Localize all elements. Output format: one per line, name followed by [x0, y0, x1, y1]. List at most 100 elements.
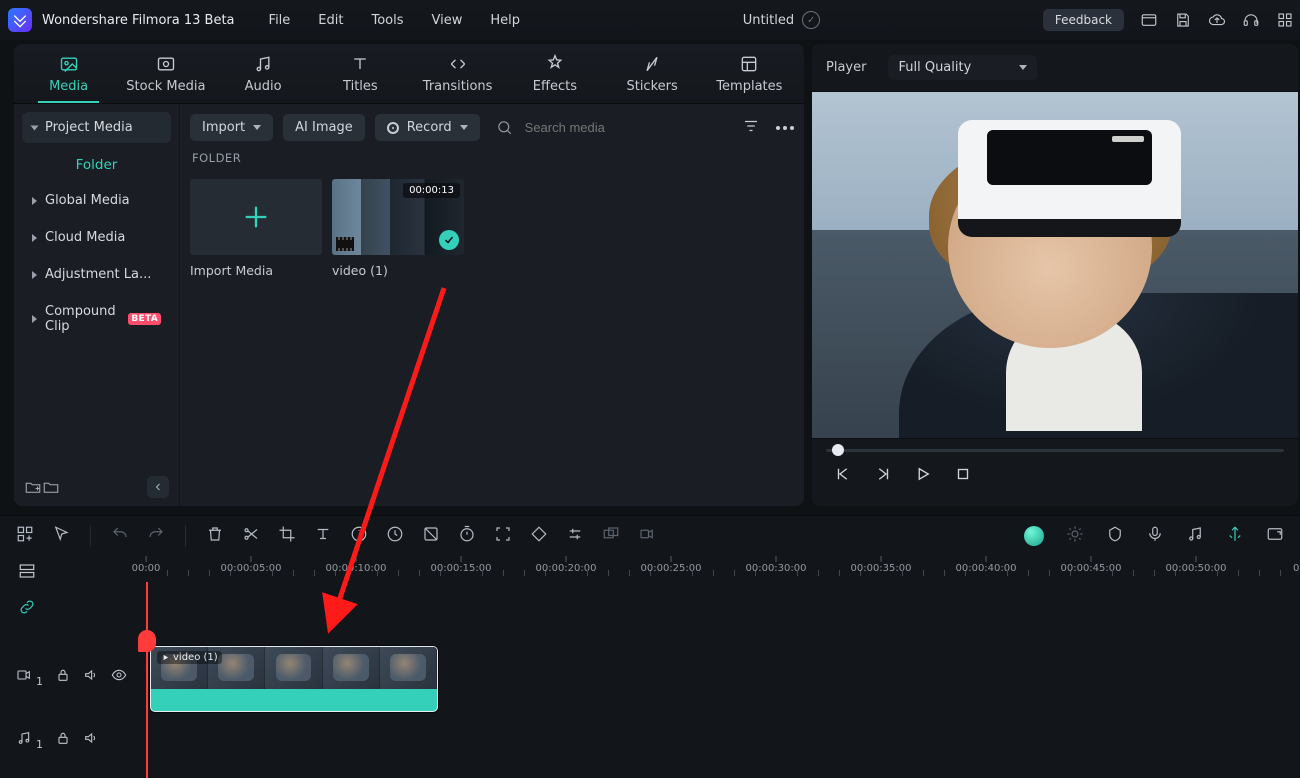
ai-image-button[interactable]: AI Image: [283, 114, 365, 141]
cloud-upload-icon[interactable]: [1208, 11, 1226, 29]
player-label: Player: [826, 60, 866, 75]
ruler-tick: 00:: [1293, 556, 1300, 574]
save-icon[interactable]: [1174, 11, 1192, 29]
render-icon[interactable]: [1226, 525, 1244, 547]
folder-section-label: FOLDER: [180, 151, 804, 171]
add-track-icon[interactable]: [16, 525, 34, 547]
import-media-tile[interactable]: Import Media: [190, 179, 322, 278]
menu-edit[interactable]: Edit: [318, 13, 343, 28]
in-use-check-icon: [439, 230, 459, 250]
filter-icon[interactable]: [742, 117, 760, 139]
reverse-icon[interactable]: [386, 525, 404, 547]
marker-icon[interactable]: [1106, 525, 1124, 547]
voiceover-mic-icon[interactable]: [1146, 525, 1164, 547]
sidebar-item-folder[interactable]: Folder: [22, 149, 171, 179]
ruler-tick: 00:00: [132, 556, 161, 574]
seek-bar[interactable]: [826, 447, 1284, 453]
keyframe-icon[interactable]: [530, 525, 548, 547]
sidebar-item-compound-clip[interactable]: Compound Clip BETA: [22, 296, 171, 342]
transitions-tab-icon: [447, 53, 469, 75]
sidebar-item-adjustment-layer[interactable]: Adjustment La...: [22, 259, 171, 290]
menu-help[interactable]: Help: [490, 13, 520, 28]
import-dropdown[interactable]: Import: [190, 114, 273, 141]
tab-stock-media[interactable]: Stock Media: [117, 43, 214, 103]
crop-icon[interactable]: [278, 525, 296, 547]
chevron-down-icon: [460, 125, 468, 130]
color-icon[interactable]: [422, 525, 440, 547]
playhead-handle[interactable]: [138, 630, 156, 652]
sidebar-item-global-media[interactable]: Global Media: [22, 185, 171, 216]
text-tool-icon[interactable]: [314, 525, 332, 547]
tab-media[interactable]: Media: [20, 43, 117, 103]
lock-track-icon[interactable]: [55, 730, 71, 750]
expand-timeline-icon[interactable]: [1266, 525, 1284, 547]
menu-file[interactable]: File: [269, 13, 291, 28]
stop-button[interactable]: [954, 465, 972, 487]
main-tabs: Media Stock Media Audio Titles Transitio…: [14, 44, 804, 104]
media-sidebar: Project Media Folder Global Media Cloud …: [14, 104, 180, 506]
player-quality-dropdown[interactable]: Full Quality: [888, 55, 1037, 80]
tab-audio[interactable]: Audio: [215, 43, 312, 103]
timeline-ruler[interactable]: 00:0000:00:05:0000:00:10:0000:00:15:0000…: [146, 556, 1300, 582]
search-icon: [496, 119, 513, 136]
tab-templates[interactable]: Templates: [701, 43, 798, 103]
caret-down-icon: [31, 125, 39, 130]
feedback-button[interactable]: Feedback: [1043, 9, 1124, 31]
delete-icon[interactable]: [206, 525, 224, 547]
support-headset-icon[interactable]: [1242, 11, 1260, 29]
templates-tab-icon: [738, 53, 760, 75]
tab-effects[interactable]: Effects: [506, 43, 603, 103]
tab-transitions[interactable]: Transitions: [409, 43, 506, 103]
group-icon[interactable]: [602, 525, 620, 547]
enhance-icon[interactable]: [1066, 525, 1084, 547]
playhead[interactable]: [146, 582, 148, 778]
preview-frame-image: [812, 92, 1298, 438]
sidebar-item-project-media[interactable]: Project Media: [22, 112, 171, 143]
preview-viewport[interactable]: [812, 92, 1298, 438]
menu-tools[interactable]: Tools: [371, 13, 403, 28]
document-title: Untitled: [743, 13, 794, 28]
search-input[interactable]: [523, 119, 683, 136]
adjust-icon[interactable]: [566, 525, 584, 547]
mute-track-icon[interactable]: [83, 730, 99, 750]
sidebar-item-cloud-media[interactable]: Cloud Media: [22, 222, 171, 253]
undo-icon[interactable]: [111, 525, 129, 547]
media-asset-video-1[interactable]: 00:00:13 video (1): [332, 179, 464, 278]
next-frame-button[interactable]: [874, 465, 892, 487]
stickers-tab-icon: [641, 53, 663, 75]
caret-right-icon: [32, 315, 37, 323]
more-options-icon[interactable]: [776, 126, 794, 130]
plus-icon: [242, 203, 270, 231]
split-icon[interactable]: [242, 525, 260, 547]
folder-icon[interactable]: [42, 478, 60, 496]
ai-assistant-icon[interactable]: [1024, 526, 1044, 546]
play-button[interactable]: [914, 465, 932, 487]
audio-track-1: 1: [0, 720, 1300, 760]
collapse-sidebar-button[interactable]: [147, 476, 169, 498]
timeline-clip-video-1[interactable]: video (1): [150, 646, 438, 712]
lock-track-icon[interactable]: [55, 667, 71, 687]
menu-view[interactable]: View: [432, 13, 463, 28]
layout-icon[interactable]: [1140, 11, 1158, 29]
seek-knob[interactable]: [832, 444, 844, 456]
timer-icon[interactable]: [458, 525, 476, 547]
tab-titles[interactable]: Titles: [312, 43, 409, 103]
audio-mixer-icon[interactable]: [1186, 525, 1204, 547]
record-vo-icon[interactable]: [638, 525, 656, 547]
timeline-thumbnail-toggle-icon[interactable]: [14, 558, 40, 584]
mute-track-icon[interactable]: [83, 667, 99, 687]
prev-frame-button[interactable]: [834, 465, 852, 487]
speed-icon[interactable]: [350, 525, 368, 547]
media-tab-icon: [58, 53, 80, 75]
visibility-track-icon[interactable]: [111, 667, 127, 687]
caret-right-icon: [32, 197, 37, 205]
cursor-tool-icon[interactable]: [52, 525, 70, 547]
redo-icon[interactable]: [147, 525, 165, 547]
record-dropdown[interactable]: Record: [375, 114, 480, 141]
audio-tab-icon: [252, 53, 274, 75]
tab-stickers[interactable]: Stickers: [604, 43, 701, 103]
apps-grid-icon[interactable]: [1276, 11, 1294, 29]
clip-duration-badge: 00:00:13: [403, 183, 460, 198]
new-folder-icon[interactable]: [24, 478, 42, 496]
detect-icon[interactable]: [494, 525, 512, 547]
